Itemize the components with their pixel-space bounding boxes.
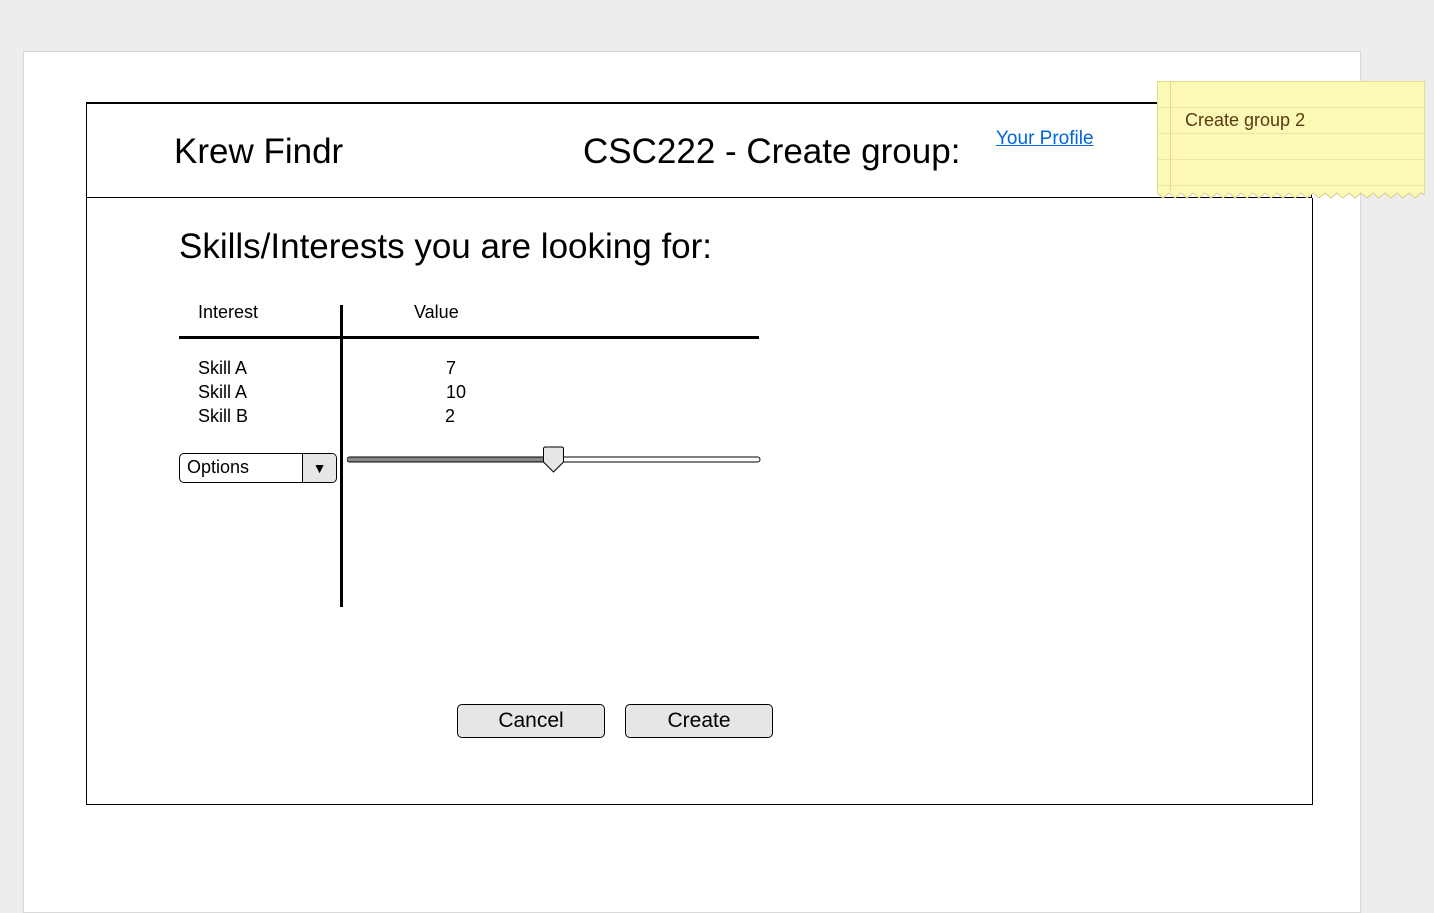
table-header-divider <box>179 336 759 339</box>
sticky-note-text: Create group 2 <box>1185 110 1306 130</box>
page-title: CSC222 - Create group: <box>583 132 961 171</box>
slider-thumb[interactable] <box>543 446 564 473</box>
sticky-note-torn-edge <box>1157 191 1425 199</box>
table-row-value: 10 <box>446 382 467 402</box>
section-title: Skills/Interests you are looking for: <box>179 227 713 266</box>
dropdown-selected-value: Options <box>187 457 250 477</box>
table-column-divider <box>340 305 343 607</box>
slider-track-fill <box>347 457 553 462</box>
create-button[interactable]: Create <box>625 704 773 738</box>
table-row-interest: Skill B <box>198 406 249 426</box>
value-slider[interactable] <box>347 445 761 475</box>
table-row-value: 7 <box>446 358 457 378</box>
column-header-value: Value <box>414 302 459 322</box>
table-row-value: 2 <box>445 406 456 426</box>
triangle-down-icon[interactable]: ▼ <box>302 454 336 482</box>
app-title: Krew Findr <box>174 132 344 171</box>
column-header-interest: Interest <box>198 302 259 322</box>
sticky-note <box>1157 81 1425 193</box>
cancel-button[interactable]: Cancel <box>457 704 605 738</box>
table-row-interest: Skill A <box>198 382 248 402</box>
table-row-interest: Skill A <box>198 358 248 378</box>
interest-dropdown[interactable]: Options ▼ <box>179 453 337 483</box>
your-profile-link[interactable]: Your Profile <box>996 128 1094 150</box>
